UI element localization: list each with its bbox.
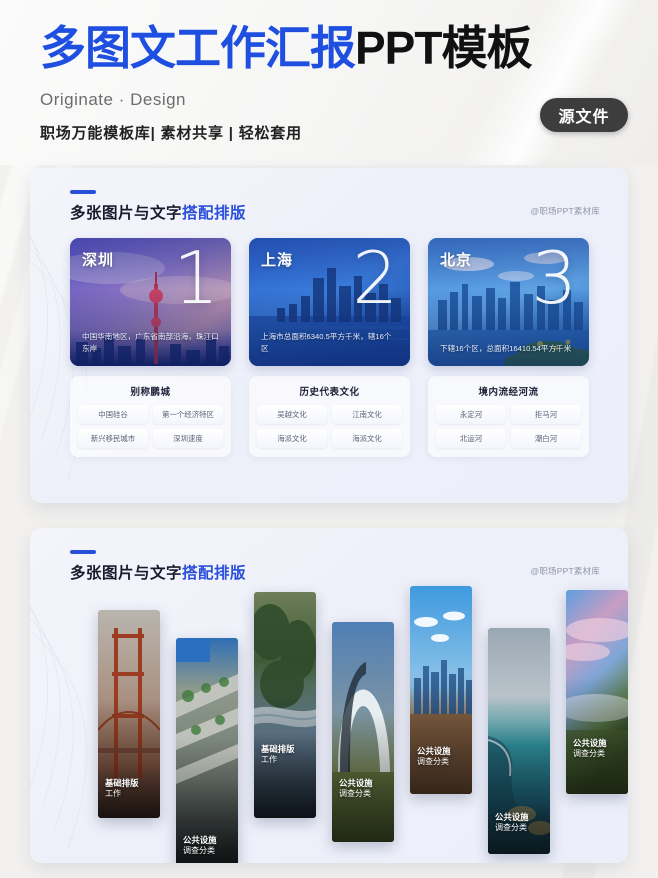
tag-item[interactable]: 深圳速度 (153, 429, 223, 448)
strip-caption-5: 公共设施 调查分类 (417, 746, 467, 768)
tag-item[interactable]: 第一个经济特区 (153, 405, 223, 424)
city-name-beijing: 北京 (440, 252, 473, 269)
panel-title: 多张图片与文字搭配排版 (70, 201, 246, 223)
tag-block-beijing: 境内流经河流 永定河 拒马河 北运河 潮白河 (428, 376, 589, 457)
hero-header: 多图文工作汇报PPT模板 Originate · Design 职场万能模板库|… (0, 0, 658, 165)
tag-item[interactable]: 北运河 (436, 429, 506, 448)
strip-caption-4: 公共设施 调查分类 (339, 778, 389, 800)
strip-caption-line1: 公共设施 (495, 811, 529, 822)
city-card-beijing[interactable]: 北京 3 下辖16个区，总面积16410.54平方千米 (428, 238, 589, 366)
strip-overlay (254, 592, 316, 818)
strip-caption-line2: 调查分类 (573, 749, 605, 759)
tag-item[interactable]: 中国硅谷 (78, 405, 148, 424)
page-title: 多图文工作汇报PPT模板 (40, 22, 532, 74)
page-title-dark: PPT模板 (355, 22, 532, 74)
city-description-shanghai: 上海市总面积6340.5平方千米，辖16个区 (261, 332, 392, 354)
city-number-shanghai: 2 (352, 238, 398, 320)
city-card-list: 深圳 1 中国华南地区，广东省南部沿海，珠江口东岸 别称鹏城 中国硅谷 第一个经… (70, 238, 590, 457)
tag-item[interactable]: 拒马河 (511, 405, 581, 424)
city-name-shenzhen: 深圳 (82, 252, 115, 269)
strip-caption-2: 公共设施 调查分类 (183, 835, 233, 857)
city-number-shenzhen: 1 (173, 238, 219, 320)
city-description-beijing: 下辖16个区，总面积16410.54平方千米 (440, 344, 572, 354)
tag-grid: 永定河 拒马河 北运河 潮白河 (436, 405, 581, 448)
tag-block-heading: 别称鹏城 (130, 387, 171, 398)
strip-caption-line2: 调查分类 (339, 789, 371, 799)
city-column-shanghai: 上海 2 上海市总面积6340.5平方千米，辖16个区 历史代表文化 吴越文化 … (249, 238, 410, 457)
strip-caption-1: 基础排版 工作 (105, 778, 155, 800)
tag-item[interactable]: 新兴移民城市 (78, 429, 148, 448)
strip-overlay (176, 638, 238, 863)
source-file-badge[interactable]: 源文件 (540, 98, 628, 132)
page-title-blue: 多图文工作汇报 (40, 22, 356, 74)
panel-title-accent: 搭配排版 (182, 565, 247, 582)
strip-caption-line2: 调查分类 (417, 757, 449, 767)
tag-block-heading: 境内流经河流 (478, 387, 539, 398)
image-strip-6[interactable]: 公共设施 调查分类 (488, 628, 550, 854)
image-strip-4[interactable]: 公共设施 调查分类 (332, 622, 394, 842)
panel-accent-bar (70, 190, 96, 194)
strip-caption-line1: 基础排版 (261, 743, 295, 754)
tag-block-heading: 历史代表文化 (299, 387, 360, 398)
strip-caption-line1: 基础排版 (105, 777, 139, 788)
city-column-shenzhen: 深圳 1 中国华南地区，广东省南部沿海，珠江口东岸 别称鹏城 中国硅谷 第一个经… (70, 238, 231, 457)
tag-grid: 中国硅谷 第一个经济特区 新兴移民城市 深圳速度 (78, 405, 223, 448)
strip-caption-6: 公共设施 调查分类 (495, 812, 545, 834)
hero-tagline: 职场万能模板库| 素材共享 | 轻松套用 (40, 125, 302, 142)
image-strip-7[interactable]: 公共设施 调查分类 (566, 590, 628, 794)
panel-watermark: @职场PPT素材库 (530, 566, 600, 576)
strip-caption-line1: 公共设施 (339, 777, 373, 788)
strip-overlay (332, 622, 394, 842)
city-number-beijing: 3 (531, 238, 577, 320)
page-root: 多图文工作汇报PPT模板 Originate · Design 职场万能模板库|… (0, 0, 658, 878)
panel-title: 多张图片与文字搭配排版 (70, 561, 246, 583)
city-column-beijing: 北京 3 下辖16个区，总面积16410.54平方千米 境内流经河流 永定河 拒… (428, 238, 589, 457)
city-card-shenzhen[interactable]: 深圳 1 中国华南地区，广东省南部沿海，珠江口东岸 (70, 238, 231, 366)
strip-caption-line1: 公共设施 (417, 745, 451, 756)
image-strip-list: 基础排版 工作 公共设施 调查分类 基础排版 工作 公共设施 调查分类 公共设施… (76, 584, 628, 863)
tag-block-shenzhen: 别称鹏城 中国硅谷 第一个经济特区 新兴移民城市 深圳速度 (70, 376, 231, 457)
tag-item[interactable]: 海派文化 (257, 429, 327, 448)
panel-city-cards: 多张图片与文字搭配排版 @职场PPT素材库 深圳 1 中国华南地区，广东省南部沿… (30, 168, 628, 503)
tag-item[interactable]: 潮白河 (511, 429, 581, 448)
image-strip-1[interactable]: 基础排版 工作 (98, 610, 160, 818)
panel-title-accent: 搭配排版 (182, 205, 247, 222)
strip-caption-line2: 调查分类 (495, 823, 527, 833)
city-card-shanghai[interactable]: 上海 2 上海市总面积6340.5平方千米，辖16个区 (249, 238, 410, 366)
strip-caption-line1: 公共设施 (573, 737, 607, 748)
strip-caption-3: 基础排版 工作 (261, 744, 311, 766)
hero-subtitle: Originate · Design (40, 90, 187, 109)
panel-accent-bar (70, 550, 96, 554)
tag-grid: 吴越文化 江南文化 海派文化 海派文化 (257, 405, 402, 448)
panel-image-strips: 多张图片与文字搭配排版 @职场PPT素材库 基础排版 工作 公共设施 调查分类 … (30, 528, 628, 863)
panel-title-plain: 多张图片与文字 (70, 205, 183, 222)
panel-title-plain: 多张图片与文字 (70, 565, 183, 582)
tag-item[interactable]: 江南文化 (332, 405, 402, 424)
strip-caption-7: 公共设施 调查分类 (573, 738, 623, 760)
image-strip-2[interactable]: 公共设施 调查分类 (176, 638, 238, 863)
city-description-shenzhen: 中国华南地区，广东省南部沿海，珠江口东岸 (82, 332, 219, 354)
tag-item[interactable]: 吴越文化 (257, 405, 327, 424)
city-name-shanghai: 上海 (261, 252, 294, 269)
strip-caption-line2: 工作 (105, 789, 121, 799)
tag-item[interactable]: 海派文化 (332, 429, 402, 448)
tag-item[interactable]: 永定河 (436, 405, 506, 424)
strip-caption-line2: 调查分类 (183, 846, 215, 856)
tag-block-shanghai: 历史代表文化 吴越文化 江南文化 海派文化 海派文化 (249, 376, 410, 457)
strip-caption-line2: 工作 (261, 755, 277, 765)
image-strip-5[interactable]: 公共设施 调查分类 (410, 586, 472, 794)
image-strip-3[interactable]: 基础排版 工作 (254, 592, 316, 818)
panel-watermark: @职场PPT素材库 (530, 206, 600, 216)
strip-overlay (566, 590, 628, 794)
strip-caption-line1: 公共设施 (183, 834, 217, 845)
